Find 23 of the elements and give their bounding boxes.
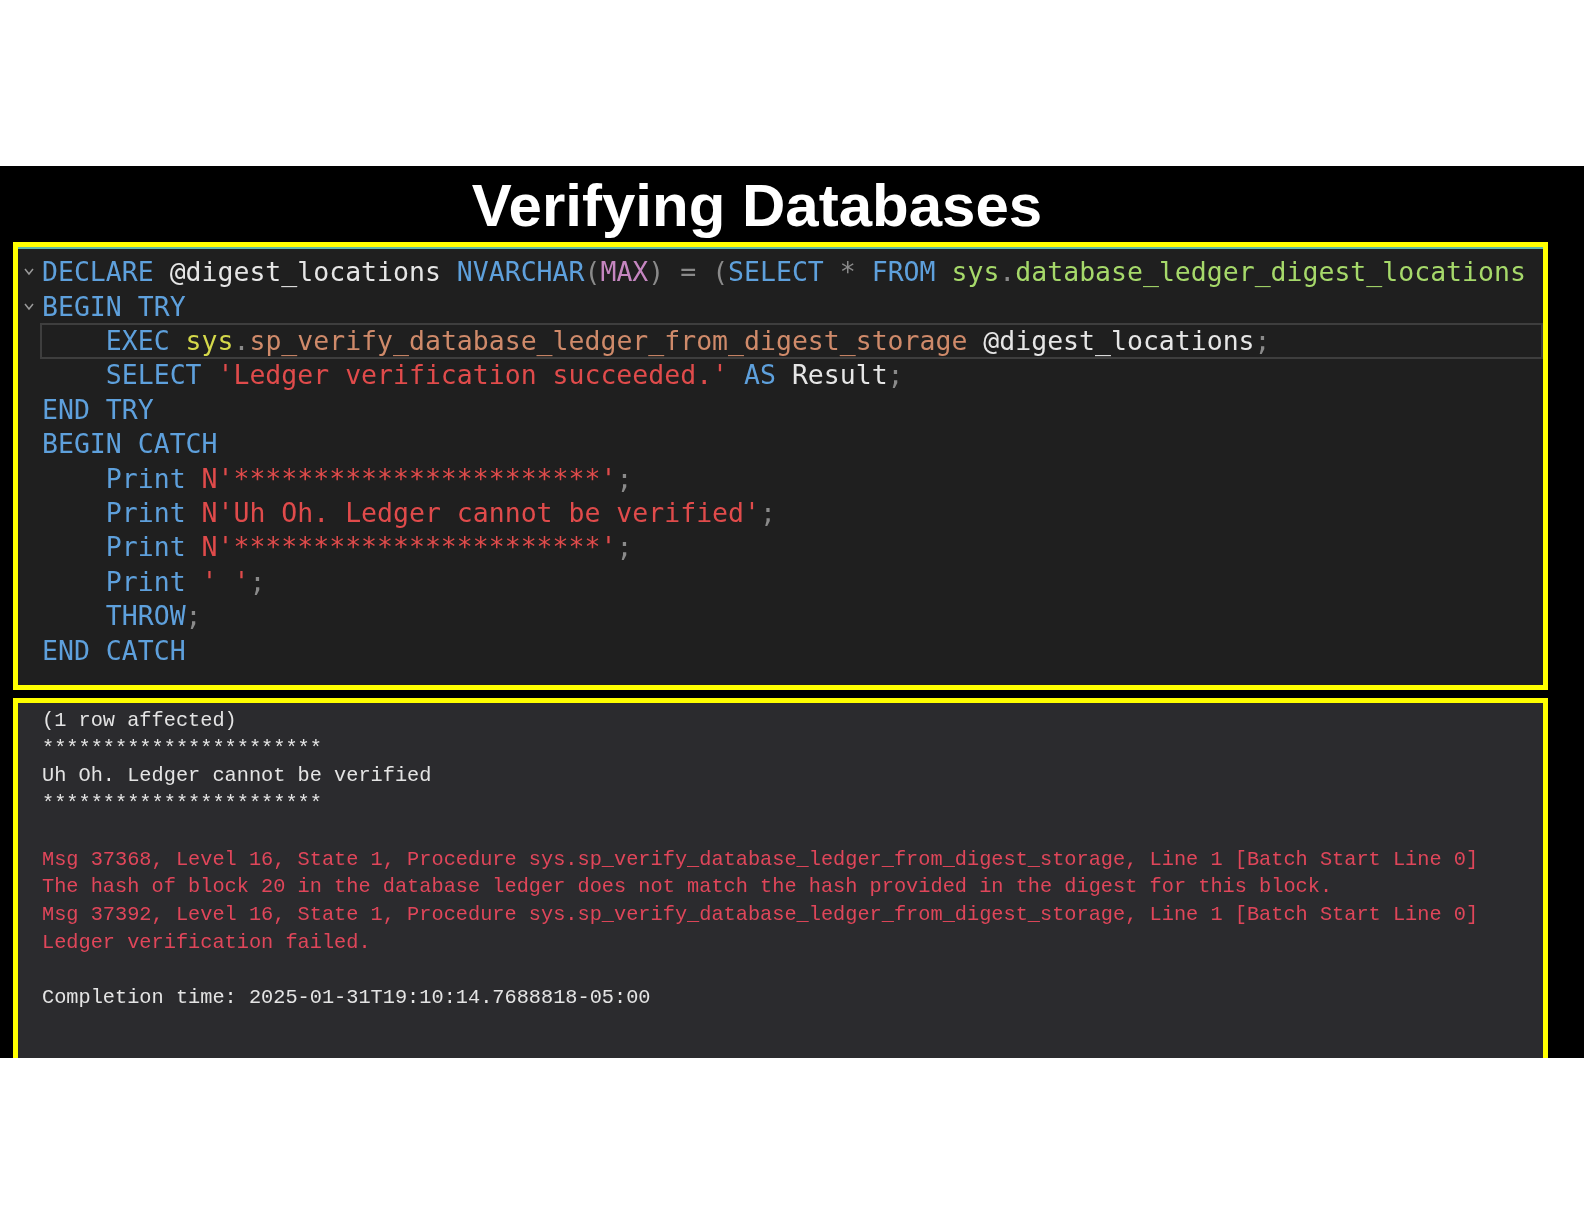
output-line: Completion time: 2025-01-31T19:10:14.7688818-05:00 bbox=[42, 985, 652, 1011]
code-line: SELECT 'Ledger verification succeeded.' AS Result; bbox=[104, 358, 905, 393]
output-line: *********************** bbox=[42, 735, 323, 762]
output-line: (1 row affected) bbox=[42, 708, 238, 734]
slide-title: Verifying Databases bbox=[470, 171, 1044, 241]
code-line: Print N'Uh Oh. Ledger cannot be verified'; bbox=[104, 495, 777, 530]
code-line: BEGIN CATCH bbox=[41, 427, 219, 462]
chevron-icon[interactable] bbox=[24, 302, 34, 311]
code-line: END CATCH bbox=[41, 633, 187, 668]
code-line: DECLARE @digest_locations NVARCHAR(MAX) = (SELECT * FROM sys.database_ledger_digest_locations bbox=[41, 255, 1527, 290]
output-line: Uh Oh. Ledger cannot be verified bbox=[42, 763, 433, 790]
code-line: Print N'***********************'; bbox=[104, 461, 634, 496]
code-line: Print N'***********************'; bbox=[104, 530, 634, 565]
output-line: Msg 37392, Level 16, State 1, Procedure sys.sp_verify_database_ledger_from_digest_storage, Line 1 [Batch Start Line 0] bbox=[42, 901, 1480, 928]
code-line: END TRY bbox=[41, 392, 155, 427]
code-line: THROW; bbox=[104, 599, 203, 634]
code-line: BEGIN TRY bbox=[41, 289, 187, 324]
output-line: *********************** bbox=[42, 791, 323, 818]
output-line: Msg 37368, Level 16, State 1, Procedure sys.sp_verify_database_ledger_from_digest_storage, Line 1 [Batch Start Line 0] bbox=[42, 846, 1480, 873]
code-line: Print ' '; bbox=[104, 564, 267, 599]
output-line: Ledger verification failed. bbox=[42, 929, 372, 956]
chevron-icon[interactable] bbox=[24, 268, 34, 277]
output-line: The hash of block 20 in the database ledger does not match the hash provided in the digest for this block. bbox=[42, 874, 1334, 901]
